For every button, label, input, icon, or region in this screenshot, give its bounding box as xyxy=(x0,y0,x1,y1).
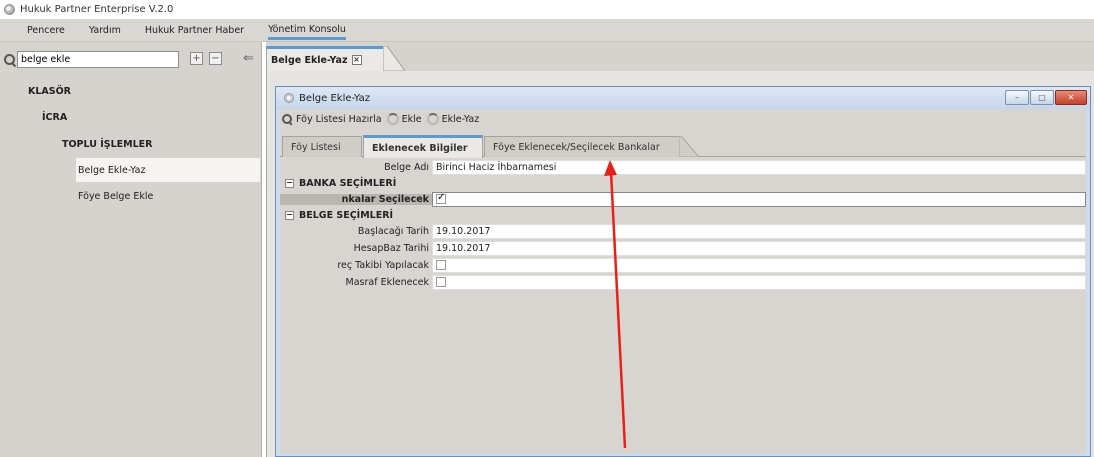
annotation-arrow xyxy=(604,160,627,449)
arrow-shaft xyxy=(609,171,627,449)
arrow-head xyxy=(604,160,617,176)
